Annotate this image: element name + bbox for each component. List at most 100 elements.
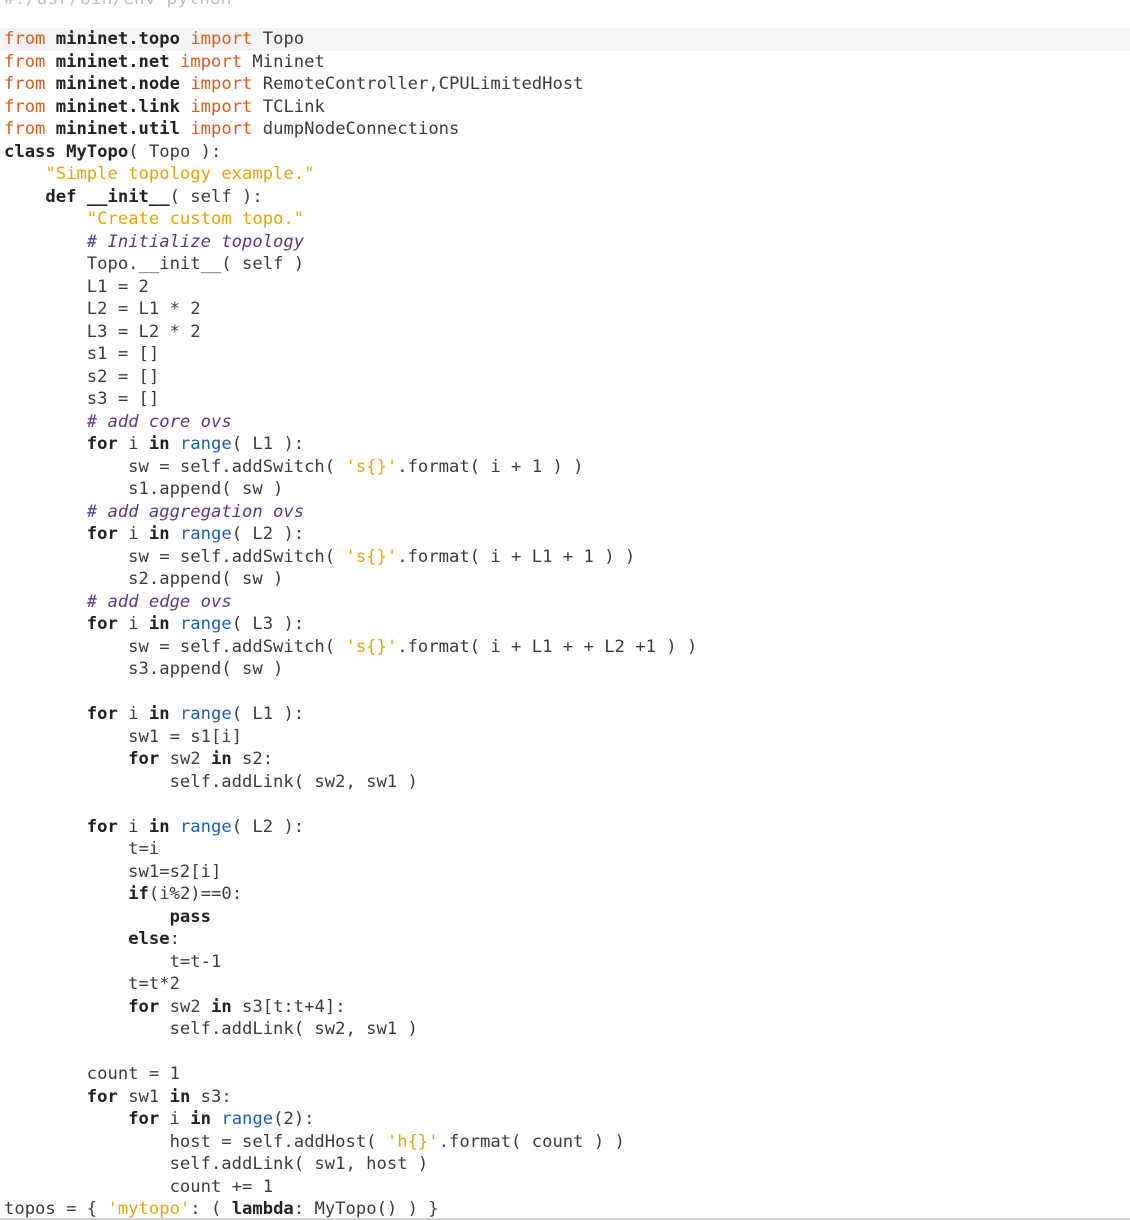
code-line[interactable]: for sw2 in s3[t:t+4]: <box>4 996 697 1019</box>
code-token-number: 2 <box>138 276 149 297</box>
code-line[interactable]: sw1 = s1[i] <box>4 726 697 749</box>
code-line[interactable]: for sw2 in s2: <box>4 748 697 771</box>
code-line[interactable]: else: <box>4 928 697 951</box>
code-token-text: sw = self.addSwitch( <box>4 636 346 657</box>
code-line[interactable]: pass <box>4 906 697 929</box>
code-token-builtin: range <box>179 434 232 454</box>
code-line[interactable]: count = 1 <box>4 1063 697 1086</box>
code-line[interactable]: from mininet.net import Mininet <box>4 51 697 74</box>
code-token-string: 'h{}' <box>386 1131 439 1152</box>
code-line[interactable] <box>4 1041 697 1064</box>
code-token-string: 's{}' <box>345 546 398 567</box>
code-token-text: (i% <box>148 884 180 904</box>
code-token-bold-keyword: MyTopo <box>66 141 129 162</box>
code-token-bold-keyword: lambda <box>231 1199 294 1219</box>
code-line[interactable]: sw = self.addSwitch( 's{}'.format( i + L… <box>4 636 697 659</box>
code-token-keyword: import <box>190 74 253 94</box>
code-line[interactable]: # add aggregation ovs <box>4 501 697 524</box>
code-token-text: sw1=s2[i] <box>4 861 222 882</box>
code-line[interactable]: self.addLink( sw2, sw1 ) <box>4 1018 697 1041</box>
code-token-bold-keyword: for <box>86 524 118 544</box>
code-line[interactable]: def __init__( self ): <box>4 186 697 209</box>
code-line[interactable]: s1 = [] <box>4 343 697 366</box>
code-line[interactable]: t=t*2 <box>4 973 697 996</box>
code-token-bold-keyword: mininet.topo <box>55 29 180 49</box>
code-line[interactable]: host = self.addHost( 'h{}'.format( count… <box>4 1131 697 1154</box>
code-line[interactable]: for i in range( L3 ): <box>4 613 697 636</box>
code-line[interactable]: from mininet.util import dumpNodeConnect… <box>4 118 697 141</box>
code-line[interactable]: s1.append( sw ) <box>4 478 697 501</box>
code-line[interactable]: t=t-1 <box>4 951 697 974</box>
code-line[interactable]: sw1=s2[i] <box>4 861 697 884</box>
code-line[interactable]: self.addLink( sw2, sw1 ) <box>4 771 697 794</box>
code-line[interactable]: for i in range( L1 ): <box>4 433 697 456</box>
code-token-text: self.addLink( sw1, host ) <box>4 1154 429 1174</box>
code-line[interactable]: count += 1 <box>4 1176 697 1199</box>
code-line[interactable]: Topo.__init__( self ) <box>4 253 697 276</box>
code-token-number: 4 <box>314 996 325 1017</box>
code-editor[interactable]: #!/usr/bin/env python from mininet.topo … <box>0 0 1130 1220</box>
code-line[interactable]: for i in range(2): <box>4 1108 697 1131</box>
code-token-text: ): <box>293 1109 315 1129</box>
code-line[interactable]: from mininet.node import RemoteControlle… <box>4 73 697 96</box>
code-line[interactable]: from mininet.topo import Topo <box>4 28 697 51</box>
code-token-text: ) ) <box>593 546 636 567</box>
code-line[interactable]: # add core ovs <box>4 411 697 434</box>
code-token-bold-keyword: for <box>86 704 118 724</box>
code-token-text: sw1 <box>117 1086 170 1107</box>
code-line[interactable]: L2 = L1 * 2 <box>4 298 697 321</box>
code-token-string: 'mytopo' <box>107 1199 191 1219</box>
code-token-text: L1 = <box>4 276 139 297</box>
code-line[interactable]: if(i%2)==0: <box>4 883 697 906</box>
code-line[interactable]: sw = self.addSwitch( 's{}'.format( i + L… <box>4 546 697 569</box>
code-line[interactable]: "Simple topology example." <box>4 163 697 186</box>
code-text-area[interactable]: from mininet.topo import Topo from minine… <box>4 28 697 1220</box>
code-token-bold-keyword: for <box>86 434 118 454</box>
code-line[interactable]: for sw1 in s3: <box>4 1086 697 1109</box>
code-token-text: s2: <box>231 749 274 769</box>
code-line[interactable]: s3.append( sw ) <box>4 658 697 681</box>
code-token-text: ( L3 ): <box>231 614 305 634</box>
code-line[interactable]: s2 = [] <box>4 366 697 389</box>
code-line[interactable]: # add edge ovs <box>4 591 697 614</box>
code-token-bold-keyword: class <box>4 141 56 162</box>
code-line[interactable]: "Create custom topo." <box>4 208 697 231</box>
code-token-keyword: from <box>4 96 46 117</box>
code-token-bold-keyword: in <box>148 614 170 634</box>
code-line[interactable]: self.addLink( sw1, host ) <box>4 1153 697 1176</box>
code-line[interactable]: L1 = 2 <box>4 276 697 299</box>
code-token-bold-keyword: in <box>148 704 170 724</box>
code-token-text: .format( i + <box>397 456 532 477</box>
code-line[interactable]: t=i <box>4 838 697 861</box>
code-line[interactable]: topos = { 'mytopo': ( lambda: MyTopo() )… <box>4 1198 697 1220</box>
code-token-bold-keyword: def <box>45 186 77 207</box>
code-line[interactable]: for i in range( L1 ): <box>4 703 697 726</box>
code-token-text: .format( i + L1 + <box>397 546 584 567</box>
code-line[interactable]: sw = self.addSwitch( 's{}'.format( i + 1… <box>4 456 697 479</box>
code-token-text: Mininet <box>242 51 325 72</box>
code-line[interactable]: class MyTopo( Topo ): <box>4 141 697 164</box>
code-line[interactable]: for i in range( L2 ): <box>4 523 697 546</box>
code-line[interactable]: from mininet.link import TCLink <box>4 96 697 119</box>
code-token-text: L3 = L2 * <box>4 321 191 342</box>
code-line[interactable]: L3 = L2 * 2 <box>4 321 697 344</box>
code-line[interactable] <box>4 793 697 816</box>
code-token-keyword: import <box>179 51 243 72</box>
code-line[interactable] <box>4 681 697 704</box>
code-line[interactable]: s3 = [] <box>4 388 697 411</box>
code-token-text: ( self ): <box>169 186 263 207</box>
code-line[interactable]: s2.append( sw ) <box>4 568 697 591</box>
code-line[interactable]: for i in range( L2 ): <box>4 816 697 839</box>
shebang-text: #!/usr/bin/env python <box>4 0 232 9</box>
code-line[interactable]: # Initialize topology <box>4 231 697 254</box>
code-token-comment: # add core ovs <box>86 411 232 432</box>
